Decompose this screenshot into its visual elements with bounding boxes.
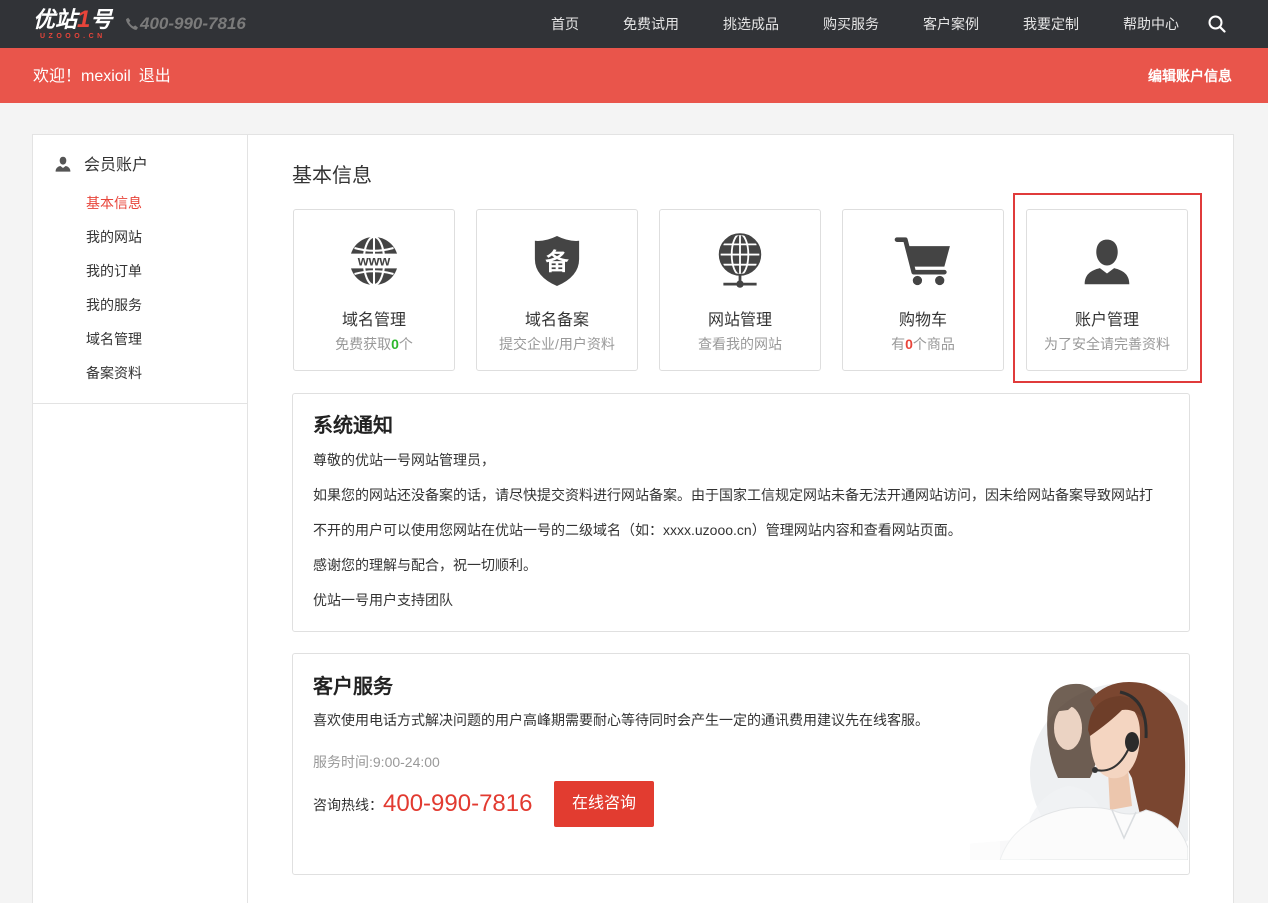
logo-text: 优站1号 [33, 6, 113, 33]
sidebar: 会员账户 基本信息 我的网站 我的订单 我的服务 域名管理 备案资料 [32, 134, 248, 903]
site-logo[interactable]: 优站1号 UZOOO.CN [33, 7, 112, 41]
sidebar-item-domain-management[interactable]: 域名管理 [86, 322, 142, 356]
beian-icon-glyph: 备 [544, 249, 569, 275]
globe-network-icon [710, 231, 770, 291]
logo-text-one: 1 [77, 6, 91, 33]
user-svg [1084, 239, 1130, 285]
card-title: 网站管理 [707, 312, 772, 329]
card-title: 域名管理 [341, 312, 406, 329]
card-domain-filing[interactable]: 备 域名备案 提交企业/用户资料 [476, 209, 638, 371]
card-subtitle-text: 免费获取 [335, 336, 392, 352]
notice-line: 尊敬的优站一号网站管理员， [313, 452, 495, 468]
globe-network-svg [718, 233, 762, 288]
nav-custom[interactable]: 我要定制 [1001, 0, 1101, 48]
notice-line: 感谢您的理解与配合，祝一切顺利。 [313, 557, 537, 573]
sidebar-item-my-services[interactable]: 我的服务 [86, 288, 142, 322]
hotline-number: 400-990-7816 [383, 790, 533, 817]
customer-service-agents-photo [940, 678, 1188, 860]
card-subtitle-suffix: 个 [398, 336, 413, 352]
card-subtitle: 提交企业/用户资料 [499, 336, 615, 352]
shopping-cart-svg [894, 237, 950, 286]
nav-templates[interactable]: 挑选成品 [701, 0, 801, 48]
user-icon [1077, 231, 1137, 291]
hotline-label: 咨询热线： [313, 797, 383, 813]
welcome-bar: 欢迎！mexioil 退出 编辑账户信息 [0, 48, 1268, 103]
customer-service: 客户服务 喜欢使用电话方式解决问题的用户高峰期需要耐心等待同时会产生一定的通讯费… [292, 653, 1190, 875]
www-globe-icon: www [344, 231, 404, 291]
free-domain-count: 0 [391, 336, 399, 352]
page-title: 基本信息 [292, 165, 372, 187]
header-phone-number: 400-990-7816 [140, 14, 246, 33]
top-navigation-bar: 优站1号 UZOOO.CN 400-990-7816 首页 免费试用 挑选成品 … [0, 0, 1268, 48]
online-consult-button[interactable]: 在线咨询 [554, 781, 654, 827]
nav-free-trial[interactable]: 免费试用 [601, 0, 701, 48]
sidebar-item-my-sites[interactable]: 我的网站 [86, 220, 142, 254]
account-panel: 会员账户 基本信息 我的网站 我的订单 我的服务 域名管理 备案资料 基本信息 … [32, 134, 1234, 903]
service-hours: 服务时间:9:00-24:00 [313, 754, 440, 770]
notice-line: 不开的用户可以使用您网站在优站一号的二级域名（如：xxxx.uzooo.cn）管… [313, 522, 962, 538]
card-subtitle: 为了安全请完善资料 [1044, 336, 1170, 352]
greeting-text: 欢迎！mexioil [33, 68, 131, 85]
notice-body: 尊敬的优站一号网站管理员， 如果您的网站还没备案的话，请尽快提交资料进行网站备案… [313, 443, 1183, 618]
www-icon-label: www [357, 253, 391, 269]
nav-buy-service[interactable]: 购买服务 [801, 0, 901, 48]
sidebar-menu: 会员账户 基本信息 我的网站 我的订单 我的服务 域名管理 备案资料 [32, 134, 247, 404]
card-title: 购物车 [898, 312, 947, 329]
nav-help-center[interactable]: 帮助中心 [1101, 0, 1201, 48]
notice-line: 优站一号用户支持团队 [313, 592, 453, 608]
cart-item-count: 0 [905, 336, 913, 352]
card-subtitle: 免费获取0个 [294, 334, 454, 354]
logout-link[interactable]: 退出 [139, 68, 171, 85]
sidebar-item-filing-docs[interactable]: 备案资料 [86, 356, 142, 390]
logo-text-a: 优站 [33, 7, 78, 32]
sidebar-title: 会员账户 [84, 157, 149, 174]
search-icon[interactable] [1208, 15, 1226, 33]
phone-icon [126, 17, 138, 30]
user-icon [55, 156, 71, 172]
nav-home[interactable]: 首页 [529, 0, 601, 48]
card-subtitle: 有0个商品 [843, 334, 1003, 354]
card-title: 账户管理 [1074, 312, 1139, 329]
card-title: 域名备案 [524, 312, 589, 329]
notice-title: 系统通知 [313, 415, 393, 437]
card-account-management[interactable]: 账户管理 为了安全请完善资料 [1026, 209, 1188, 371]
service-title: 客户服务 [313, 676, 393, 698]
sidebar-item-my-orders[interactable]: 我的订单 [86, 254, 142, 288]
card-domain-management[interactable]: www 域名管理 免费获取0个 [293, 209, 455, 371]
service-description: 喜欢使用电话方式解决问题的用户高峰期需要耐心等待同时会产生一定的通讯费用建议先在… [313, 712, 929, 728]
welcome-greeting: 欢迎！mexioil 退出 [33, 49, 171, 104]
shopping-cart-icon [893, 231, 953, 291]
nav-cases[interactable]: 客户案例 [901, 0, 1001, 48]
logo-domain: UZOOO.CN [40, 33, 106, 40]
system-notice: 系统通知 尊敬的优站一号网站管理员， 如果您的网站还没备案的话，请尽快提交资料进… [292, 393, 1190, 632]
www-globe-svg: www [348, 235, 400, 287]
sidebar-item-basic-info[interactable]: 基本信息 [86, 186, 142, 220]
card-site-management[interactable]: 网站管理 查看我的网站 [659, 209, 821, 371]
card-subtitle-suffix: 个商品 [912, 336, 955, 352]
card-subtitle-text: 有 [891, 336, 906, 352]
logo-text-c: 号 [90, 7, 113, 32]
notice-line: 如果您的网站还没备案的话，请尽快提交资料进行网站备案。由于国家工信规定网站未备无… [313, 487, 1153, 503]
edit-account-link[interactable]: 编辑账户信息 [1148, 49, 1232, 104]
card-shopping-cart[interactable]: 购物车 有0个商品 [842, 209, 1004, 371]
beian-shield-icon: 备 [527, 231, 587, 291]
card-subtitle: 查看我的网站 [698, 336, 782, 352]
beian-shield-svg: 备 [534, 236, 580, 286]
